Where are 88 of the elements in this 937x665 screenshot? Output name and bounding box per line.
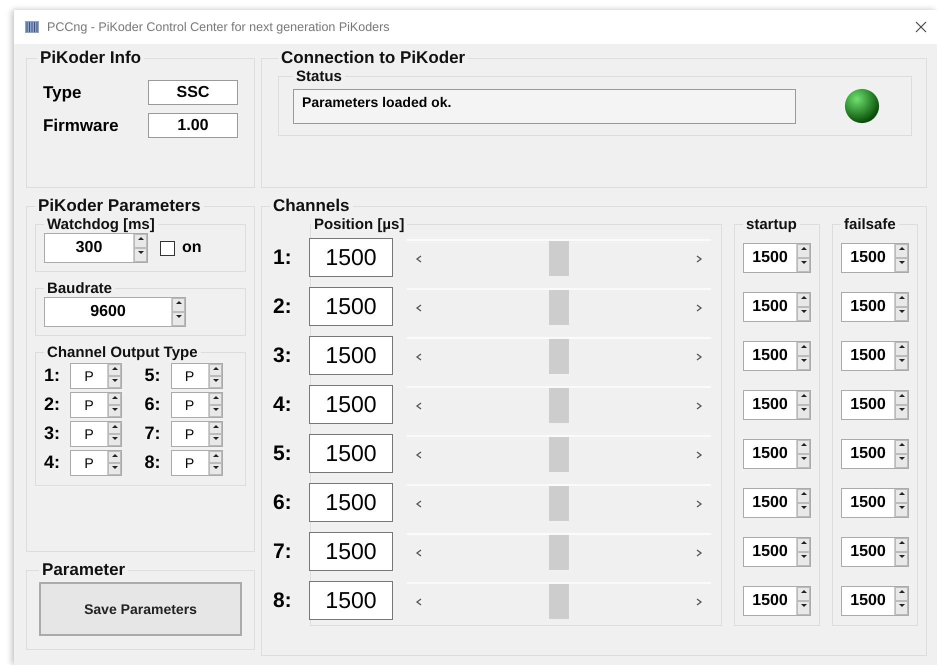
failsafe-spinbox[interactable]: 1500	[841, 292, 909, 322]
position-field[interactable]: 1500	[309, 336, 393, 375]
window-title: PCCng - PiKoder Control Center for next generation PiKoders	[47, 20, 391, 34]
output-type-spinbox[interactable]: P	[170, 420, 222, 446]
output-type-spinbox[interactable]: P	[170, 450, 222, 476]
position-field[interactable]: 1500	[309, 434, 393, 473]
group-title: Baudrate	[46, 280, 114, 297]
startup-spinbox[interactable]: 1500	[743, 390, 811, 420]
channel-label: 6:	[273, 490, 293, 514]
startup-spinbox[interactable]: 1500	[743, 586, 811, 616]
close-icon[interactable]	[915, 21, 927, 33]
status-field: Parameters loaded ok.	[293, 88, 796, 124]
slider-thumb[interactable]	[549, 388, 569, 423]
startup-spinbox[interactable]: 1500	[743, 536, 811, 566]
output-type-spinbox[interactable]: P	[170, 392, 222, 418]
channel-label: 3:	[273, 344, 293, 368]
position-field[interactable]: 1500	[309, 385, 393, 424]
channel-label: 2:	[273, 294, 293, 318]
channel-label: 7:	[273, 540, 293, 564]
column-title: startup	[745, 216, 798, 233]
type-field[interactable]: SSC	[148, 80, 238, 105]
failsafe-spinbox[interactable]: 1500	[841, 488, 909, 518]
channel-label: 4:	[273, 392, 293, 416]
startup-spinbox[interactable]: 1500	[743, 242, 811, 272]
position-slider[interactable]	[407, 288, 711, 325]
channel-label: 3:	[44, 423, 62, 444]
group-title: PiKoder Info	[39, 48, 142, 68]
type-label: Type	[43, 82, 82, 102]
position-field[interactable]: 1500	[309, 287, 393, 326]
group-title: Watchdog [ms]	[46, 216, 156, 233]
position-field[interactable]: 1500	[309, 238, 393, 277]
slider-thumb[interactable]	[549, 290, 569, 325]
group-title: Parameter	[41, 560, 126, 580]
group-title: Status	[295, 68, 343, 85]
output-type-spinbox[interactable]: P	[70, 420, 122, 446]
channel-label: 5:	[273, 442, 293, 466]
position-slider[interactable]	[407, 435, 711, 472]
channel-label: 8:	[273, 588, 293, 612]
slider-thumb[interactable]	[549, 486, 569, 521]
column-title: failsafe	[843, 216, 897, 233]
group-title: Connection to PiKoder	[280, 48, 466, 68]
failsafe-spinbox[interactable]: 1500	[841, 438, 909, 468]
failsafe-spinbox[interactable]: 1500	[841, 586, 909, 616]
failsafe-spinbox[interactable]: 1500	[841, 536, 909, 566]
startup-spinbox[interactable]: 1500	[743, 340, 811, 370]
slider-thumb[interactable]	[549, 584, 569, 619]
firmware-field[interactable]: 1.00	[148, 113, 238, 138]
channel-label: 2:	[44, 394, 62, 415]
channel-label: 6:	[144, 394, 162, 415]
channel-label: 1:	[44, 365, 62, 386]
app-icon	[24, 19, 40, 35]
watchdog-spinbox[interactable]: 300	[44, 233, 148, 263]
output-type-spinbox[interactable]: P	[170, 362, 222, 388]
startup-spinbox[interactable]: 1500	[743, 488, 811, 518]
slider-thumb[interactable]	[549, 437, 569, 472]
firmware-label: Firmware	[43, 116, 119, 136]
position-slider[interactable]	[407, 386, 711, 423]
position-field[interactable]: 1500	[309, 532, 393, 571]
group-title: PiKoder Parameters	[37, 196, 202, 216]
channel-label: 7:	[144, 423, 162, 444]
failsafe-spinbox[interactable]: 1500	[841, 340, 909, 370]
position-field[interactable]: 1500	[309, 581, 393, 620]
startup-spinbox[interactable]: 1500	[743, 438, 811, 468]
position-slider[interactable]	[407, 582, 711, 619]
save-parameters-button[interactable]: Save Parameters	[39, 582, 242, 636]
slider-thumb[interactable]	[549, 241, 569, 276]
watchdog-checkbox[interactable]: on	[160, 239, 202, 257]
output-type-spinbox[interactable]: P	[70, 362, 122, 388]
failsafe-spinbox[interactable]: 1500	[841, 242, 909, 272]
channel-label: 5:	[144, 365, 162, 386]
position-slider[interactable]	[407, 337, 711, 374]
baudrate-spinbox[interactable]: 9600	[44, 297, 186, 327]
startup-spinbox[interactable]: 1500	[743, 292, 811, 322]
channel-label: 1:	[273, 246, 293, 270]
column-title: Position [µs]	[313, 216, 406, 233]
position-slider[interactable]	[407, 239, 711, 276]
output-type-spinbox[interactable]: P	[70, 392, 122, 418]
position-slider[interactable]	[407, 484, 711, 521]
slider-thumb[interactable]	[549, 339, 569, 374]
group-title: Channel Output Type	[46, 344, 199, 361]
position-slider[interactable]	[407, 533, 711, 570]
position-field[interactable]: 1500	[309, 483, 393, 522]
failsafe-spinbox[interactable]: 1500	[841, 390, 909, 420]
channel-label: 8:	[144, 452, 162, 473]
group-title: Channels	[272, 196, 351, 216]
output-type-spinbox[interactable]: P	[70, 450, 122, 476]
slider-thumb[interactable]	[549, 535, 569, 570]
channel-label: 4:	[44, 452, 62, 473]
